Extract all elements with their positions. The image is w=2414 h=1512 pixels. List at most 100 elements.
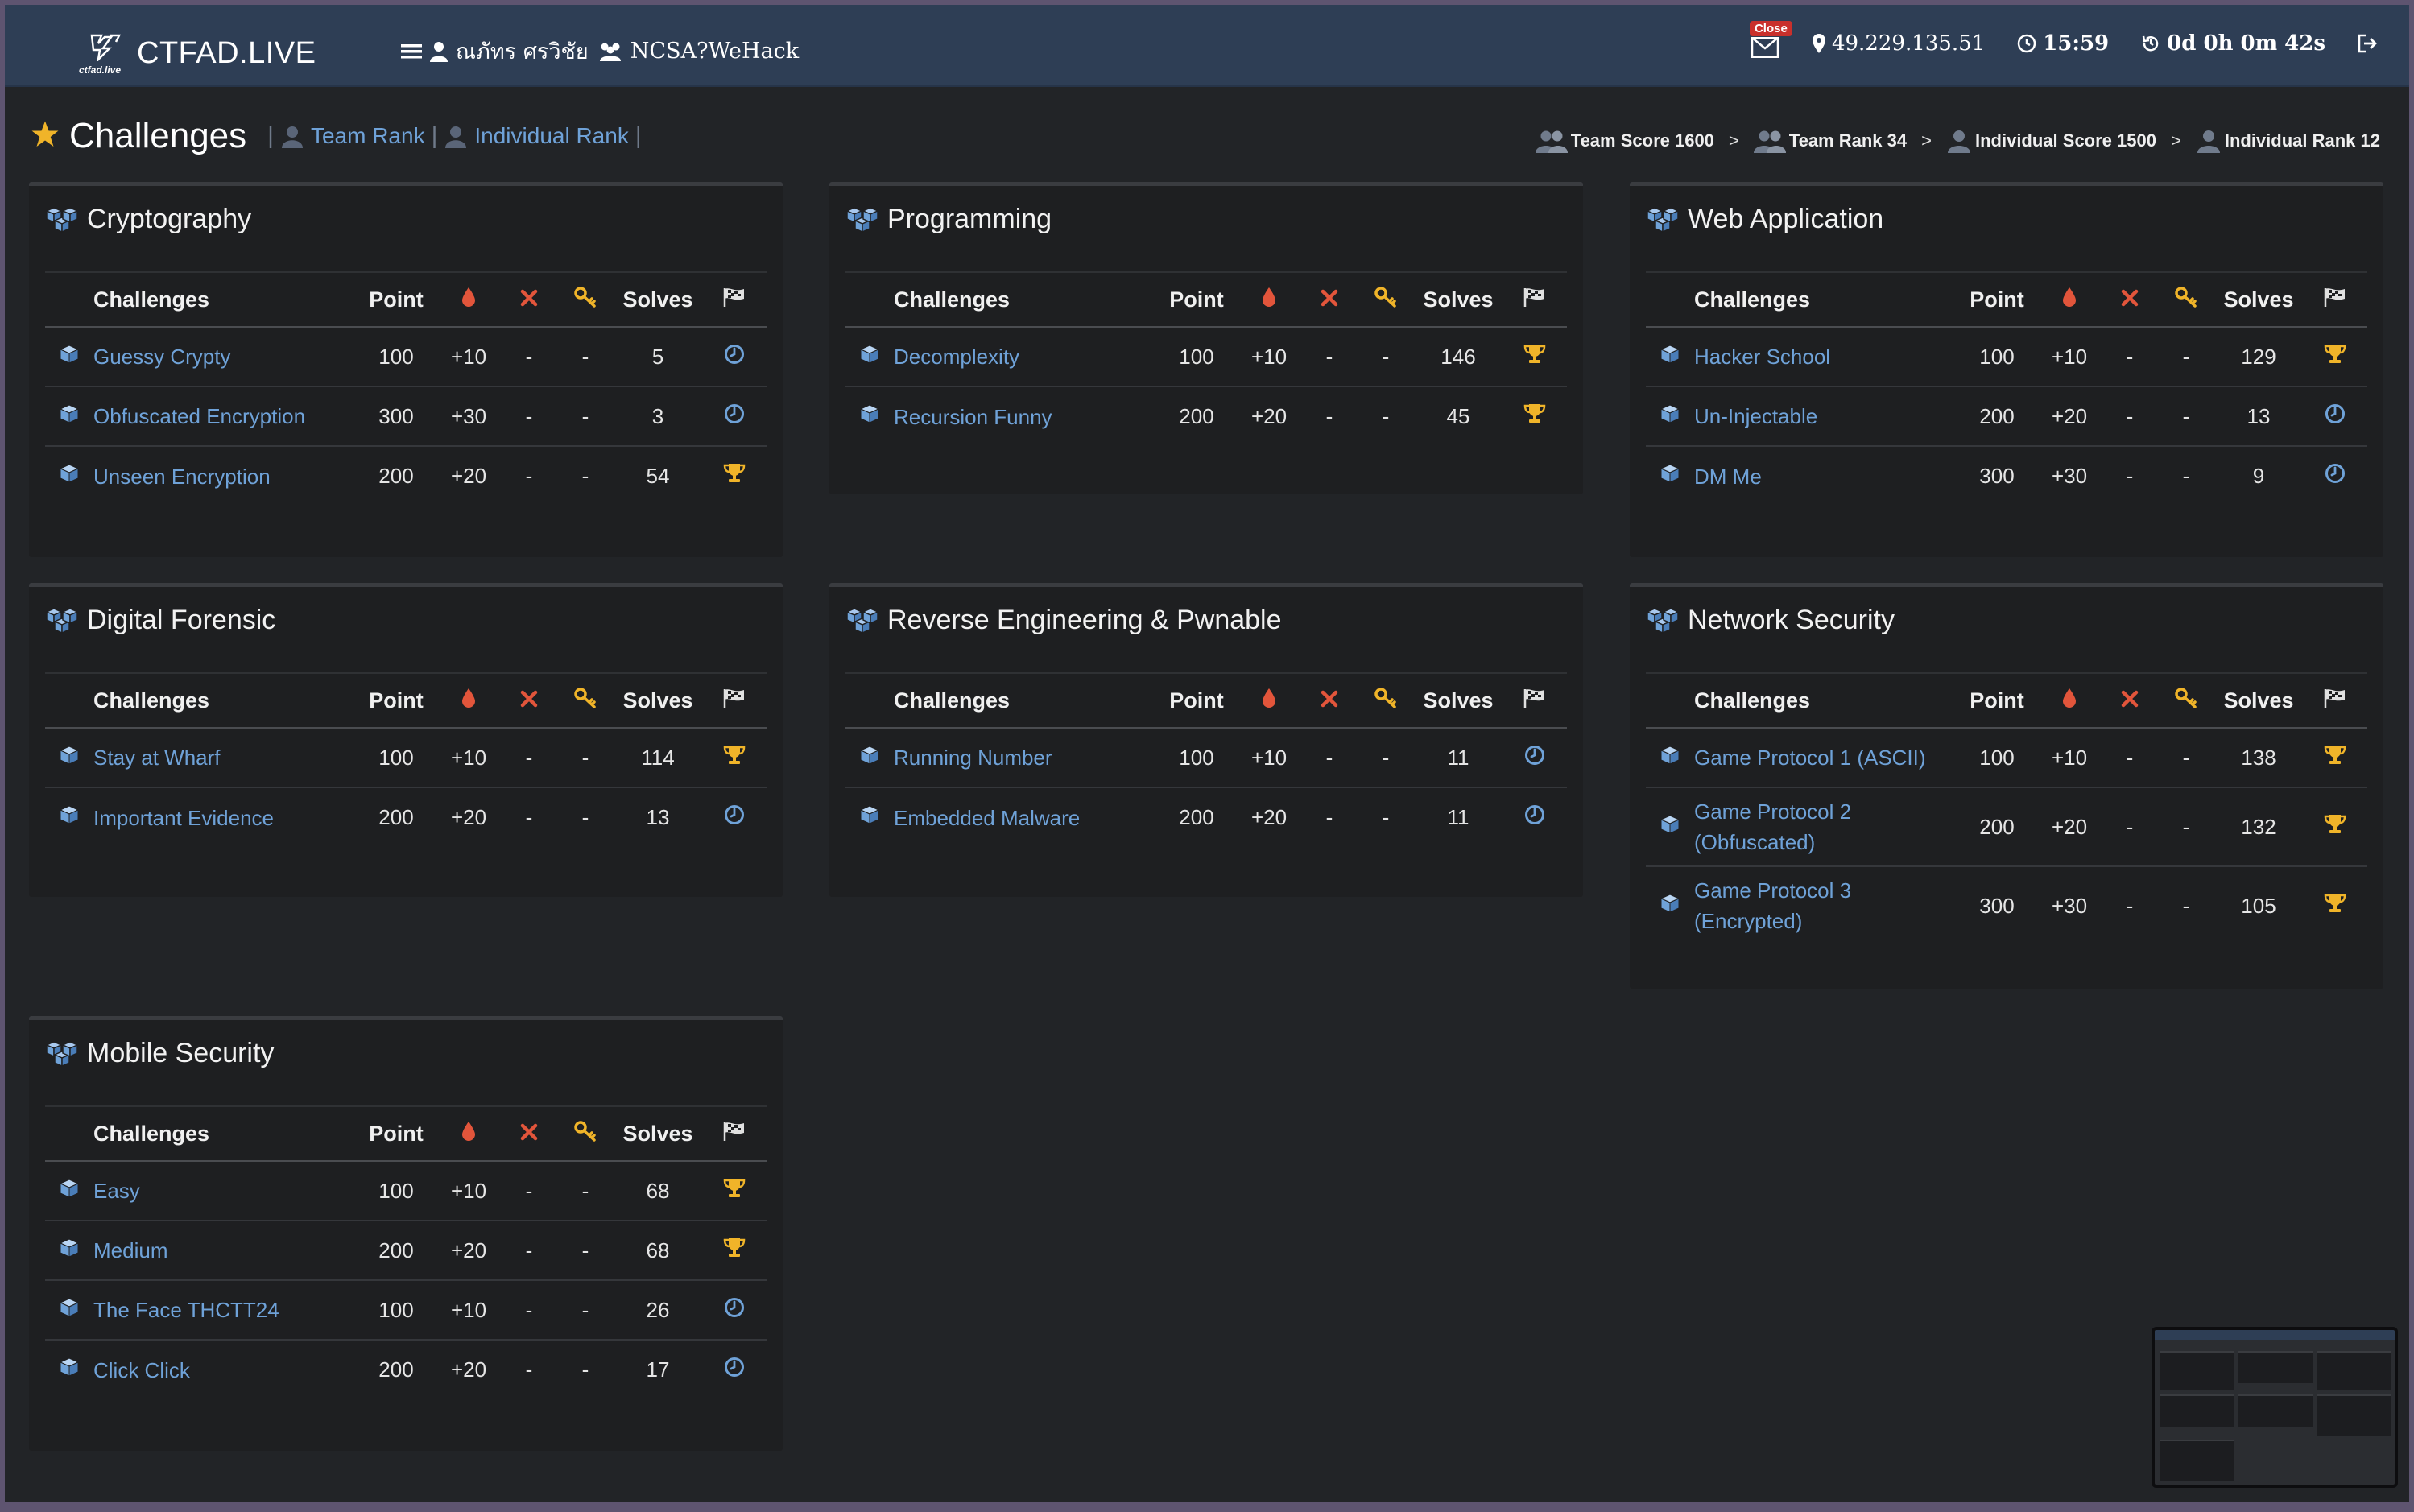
challenge-link[interactable]: Embedded Malware — [894, 787, 1156, 847]
cubes-icon — [45, 607, 79, 634]
table-row[interactable]: Stay at Wharf 100 +10- -114 — [45, 728, 767, 788]
challenge-point: 200 — [1179, 404, 1214, 428]
challenge-link[interactable]: Game Protocol 3 (Encrypted) — [1694, 866, 1957, 944]
clock-icon — [2303, 386, 2367, 447]
col-first-blood — [2037, 271, 2102, 328]
minimap-panel — [2160, 1394, 2234, 1427]
history-icon — [2141, 34, 2160, 53]
table-row[interactable]: Hacker School 100 +10- -129 — [1646, 327, 2367, 387]
table-row[interactable]: Game Protocol 3 (Encrypted) 300 +30 - - 105 — [1646, 866, 2367, 944]
challenge-link[interactable]: Hacker School — [1694, 327, 1957, 387]
table-row[interactable]: The Face THCTT24 100 +10- -26 — [45, 1280, 767, 1341]
challenge-cube-icon — [45, 728, 93, 788]
minimap-panel — [2317, 1394, 2391, 1436]
challenge-bonus: +20 — [450, 1357, 487, 1382]
table-row[interactable]: Medium 200 +20- -68 — [45, 1221, 767, 1281]
challenge-link[interactable]: DM Me — [1694, 446, 1957, 506]
challenge-link[interactable]: Recursion Funny — [894, 386, 1156, 446]
challenge-hint: - — [2182, 464, 2190, 488]
challenge-link[interactable]: Click Click — [93, 1340, 356, 1399]
clock-icon — [702, 787, 767, 847]
col-icon — [45, 1105, 93, 1162]
col-icon — [1646, 271, 1694, 328]
challenge-table: Challenges Point Solves Hacker School 100 +10… — [1646, 271, 2367, 506]
col-hint — [557, 672, 614, 729]
challenge-link[interactable]: Unseen Encryption — [93, 446, 356, 506]
x-mark-icon — [520, 287, 538, 312]
challenge-link[interactable]: The Face THCTT24 — [93, 1280, 356, 1341]
challenge-hint: - — [581, 464, 589, 488]
page-header: Challenges | Team Rank | Individual Rank… — [31, 116, 648, 156]
challenge-fail: - — [1325, 404, 1333, 428]
challenge-link[interactable]: Running Number — [894, 728, 1156, 788]
col-point: Point — [1156, 672, 1237, 729]
mail-button[interactable]: Close — [1748, 21, 1792, 58]
challenge-link[interactable]: Obfuscated Encryption — [93, 386, 356, 447]
table-row[interactable]: DM Me 300 +30 - - 9 — [1646, 446, 2367, 506]
table-row[interactable]: Un-Injectable 200 +20- -13 — [1646, 386, 2367, 447]
mail-badge[interactable]: Close — [1749, 21, 1792, 36]
table-row[interactable]: Game Protocol 1 (ASCII) 100 +10- -138 — [1646, 728, 2367, 788]
challenge-link[interactable]: Medium — [93, 1221, 356, 1281]
challenge-fail: - — [525, 464, 533, 488]
challenge-bonus: +10 — [436, 1280, 501, 1341]
challenge-solves: 9 — [2252, 464, 2265, 488]
challenge-hint: - — [581, 805, 589, 829]
table-row[interactable]: Important Evidence 200 +20 - - 13 — [45, 787, 767, 847]
col-failed — [501, 271, 557, 328]
minimap-panel — [2160, 1351, 2234, 1390]
challenge-solves: 68 — [614, 1161, 702, 1221]
team-rank-link[interactable]: Team Rank — [280, 123, 425, 149]
challenge-hint: - — [557, 1161, 614, 1221]
table-row[interactable]: Easy 100 +10- -68 — [45, 1161, 767, 1221]
challenge-fail: - — [501, 327, 557, 387]
challenge-point: 200 — [1957, 386, 2037, 447]
logout-button[interactable] — [2358, 34, 2385, 53]
hamburger-menu-icon[interactable] — [401, 43, 422, 60]
trophy-icon — [702, 1161, 767, 1221]
table-row[interactable]: Guessy Crypty 100 +10- -5 — [45, 327, 767, 387]
team-name[interactable]: NCSA?WeHack — [630, 39, 799, 64]
challenge-cube-icon — [1646, 866, 1694, 944]
individual-rank-link[interactable]: Individual Rank — [444, 123, 629, 149]
challenge-link[interactable]: Un-Injectable — [1694, 386, 1957, 447]
checkered-flag-icon — [1523, 688, 1547, 713]
trophy-icon — [2303, 728, 2367, 788]
challenge-link[interactable]: Game Protocol 1 (ASCII) — [1694, 728, 1957, 788]
page-title: Challenges — [69, 116, 247, 155]
table-row[interactable]: Recursion Funny 200 +20 - - 45 — [845, 386, 1567, 446]
challenge-solves: 3 — [614, 386, 702, 447]
checkered-flag-icon — [2323, 287, 2347, 312]
challenge-link[interactable]: Decomplexity — [894, 327, 1156, 387]
challenge-bonus: +10 — [1237, 728, 1301, 788]
challenge-hint: - — [1358, 728, 1414, 788]
table-row[interactable]: Embedded Malware 200 +20 - - 11 — [845, 787, 1567, 847]
user-name[interactable]: ณภัทร ศรวิชัย — [456, 34, 589, 68]
table-row[interactable]: Running Number 100 +10- -11 — [845, 728, 1567, 788]
challenge-link[interactable]: Easy — [93, 1161, 356, 1221]
challenge-bonus: +10 — [436, 728, 501, 788]
table-row[interactable]: Obfuscated Encryption 300 +30- -3 — [45, 386, 767, 447]
brand-link[interactable]: ctfad.live CTFAD.LIVE — [79, 29, 316, 77]
challenge-link[interactable]: Stay at Wharf — [93, 728, 356, 788]
challenge-point: 100 — [1156, 728, 1237, 788]
challenge-link[interactable]: Important Evidence — [93, 787, 356, 847]
table-row[interactable]: Decomplexity 100 +10- -146 — [845, 327, 1567, 387]
challenge-link[interactable]: Game Protocol 2 (Obfuscated) — [1694, 787, 1957, 867]
challenge-cube-icon — [845, 787, 894, 847]
table-row[interactable]: Game Protocol 2 (Obfuscated) 200 +20- -132 — [1646, 787, 2367, 867]
challenge-solves: 129 — [2214, 327, 2303, 387]
challenge-cube-icon — [1646, 787, 1694, 867]
challenge-link[interactable]: Guessy Crypty — [93, 327, 356, 387]
col-hint — [1358, 672, 1414, 729]
col-challenges: Challenges — [93, 1105, 356, 1162]
col-status — [2303, 271, 2367, 328]
challenge-solves: 17 — [646, 1357, 670, 1382]
key-icon — [574, 687, 597, 713]
challenge-hint: - — [581, 1357, 589, 1382]
page-minimap[interactable] — [2152, 1327, 2398, 1488]
table-row[interactable]: Click Click 200 +20 - - 17 — [45, 1340, 767, 1399]
table-row[interactable]: Unseen Encryption 200 +20 - - 54 — [45, 446, 767, 506]
x-mark-icon — [2121, 287, 2139, 312]
col-status — [1503, 672, 1567, 729]
